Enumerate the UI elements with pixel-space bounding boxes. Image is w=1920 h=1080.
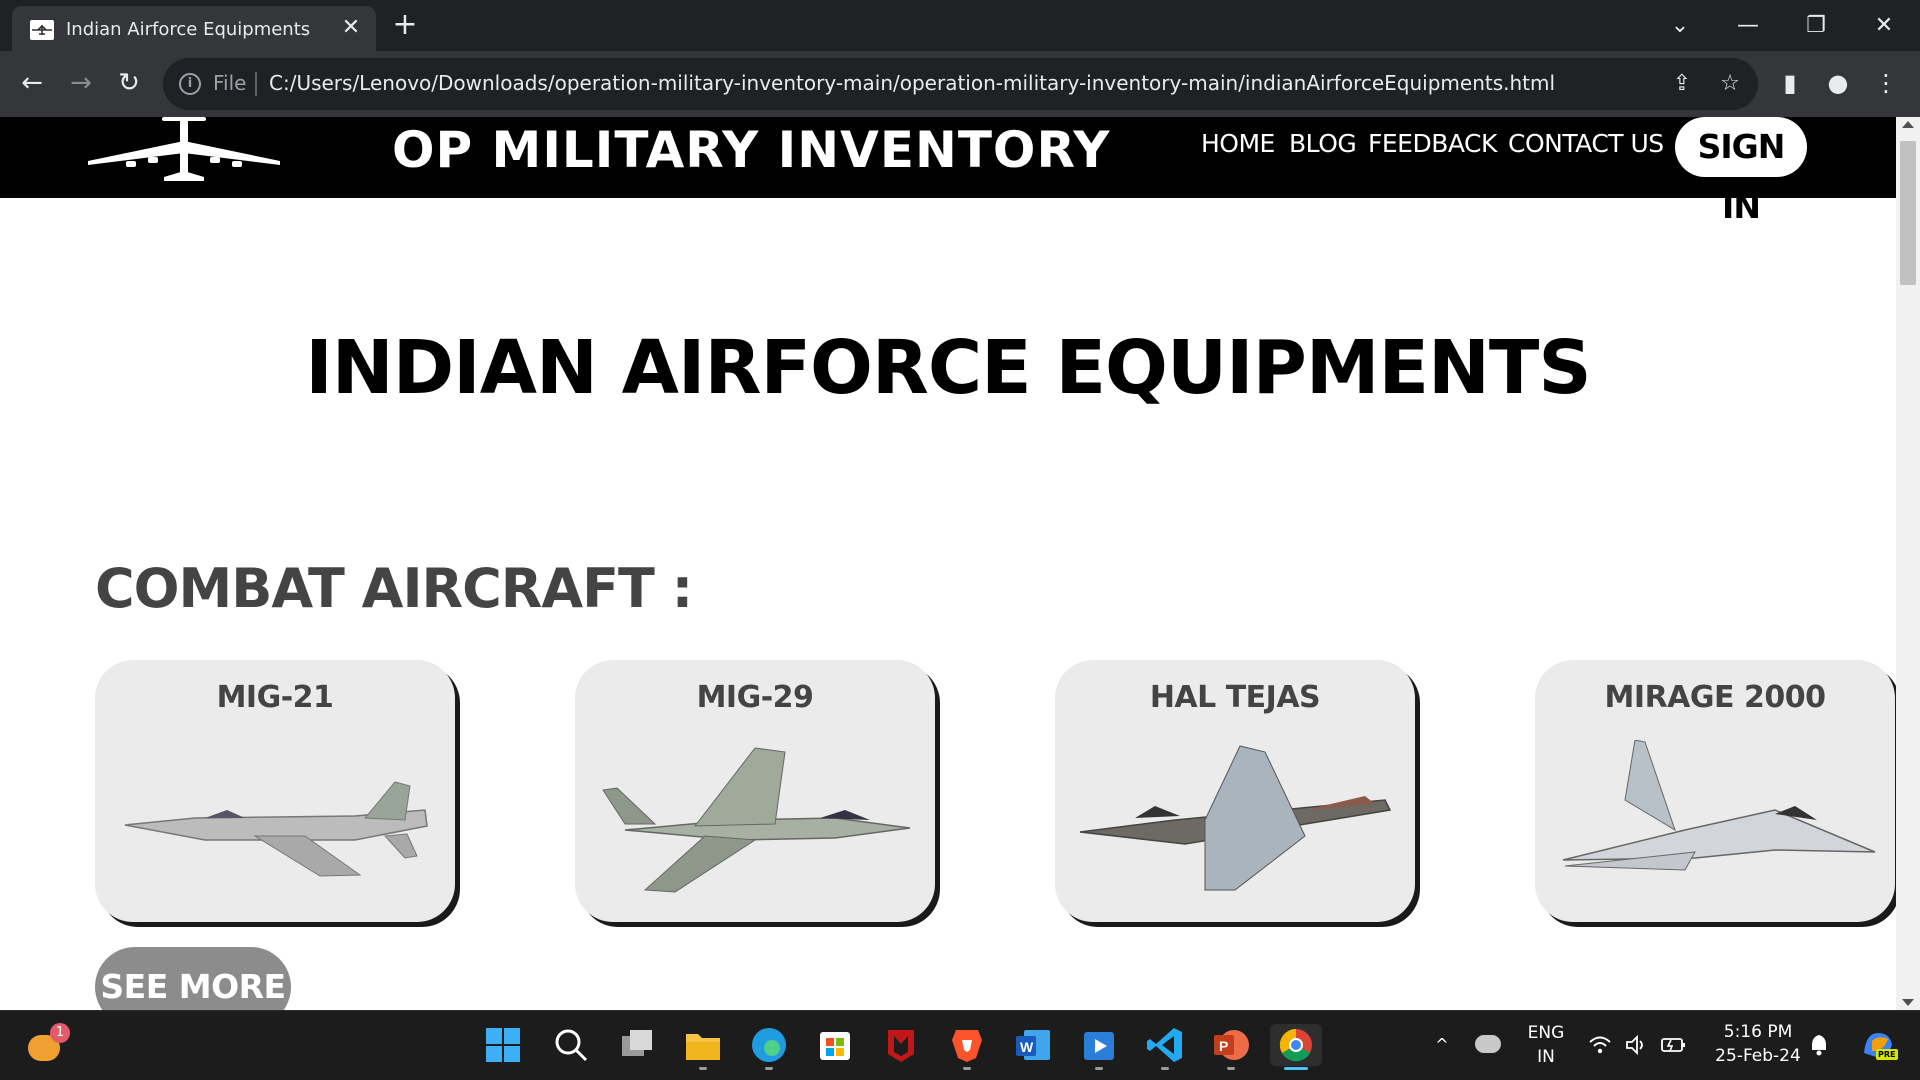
aircraft-logo-icon[interactable] bbox=[86, 117, 282, 182]
chrome-active-indicator bbox=[1284, 1067, 1308, 1070]
nav-blog-link[interactable]: BLOG bbox=[1289, 129, 1357, 158]
powerpoint-icon[interactable]: P bbox=[1210, 1024, 1252, 1066]
address-bar[interactable]: i File C:/Users/Lenovo/Downloads/operati… bbox=[163, 58, 1758, 110]
edge-running-indicator bbox=[765, 1067, 773, 1070]
file-explorer-icon[interactable] bbox=[682, 1024, 724, 1066]
sign-in-button[interactable]: SIGN IN bbox=[1675, 117, 1807, 226]
brave-icon[interactable] bbox=[946, 1024, 988, 1066]
weather-widget[interactable]: 1 bbox=[28, 1023, 70, 1065]
edge-icon[interactable] bbox=[748, 1024, 790, 1066]
clock-date[interactable]: 25-Feb-24 bbox=[1702, 1046, 1814, 1066]
media-player-icon[interactable] bbox=[1078, 1024, 1120, 1066]
site-title[interactable]: OP MILITARY INVENTORY bbox=[392, 121, 1110, 179]
address-separator bbox=[255, 72, 257, 96]
share-icon[interactable]: ⇪ bbox=[1668, 70, 1696, 98]
svg-text:W: W bbox=[1020, 1039, 1034, 1055]
close-window-icon[interactable]: ✕ bbox=[1864, 8, 1904, 44]
file-explorer-running-indicator bbox=[699, 1067, 707, 1070]
card-title: HAL TEJAS bbox=[1149, 680, 1321, 715]
aircraft-card-mig29[interactable]: MIG-29 bbox=[575, 660, 935, 922]
word-icon[interactable]: W bbox=[1012, 1024, 1054, 1066]
page-scrollbar[interactable] bbox=[1896, 117, 1920, 1010]
tab-favicon-icon bbox=[30, 20, 54, 40]
tab-close-icon[interactable]: ✕ bbox=[339, 16, 363, 40]
page-title: INDIAN AIRFORCE EQUIPMENTS bbox=[305, 325, 1591, 411]
language-line2[interactable]: IN bbox=[1526, 1047, 1566, 1067]
aircraft-card-mig21[interactable]: MIG-21 bbox=[95, 660, 455, 922]
onedrive-icon[interactable] bbox=[1475, 1035, 1501, 1053]
browser-tab[interactable]: Indian Airforce Equipments ✕ bbox=[12, 6, 376, 51]
browser-tab-bar: Indian Airforce Equipments ✕ + ⌄ — ❐ ✕ bbox=[0, 0, 1920, 51]
forward-icon[interactable]: → bbox=[63, 65, 99, 101]
back-icon[interactable]: ← bbox=[14, 65, 50, 101]
weather-badge: 1 bbox=[50, 1023, 70, 1043]
side-panel-icon[interactable]: ▮ bbox=[1772, 65, 1808, 101]
scheme-label: File bbox=[213, 71, 247, 95]
page-viewport: OP MILITARY INVENTORY HOME BLOG FEEDBACK… bbox=[0, 117, 1896, 1010]
scroll-down-icon[interactable] bbox=[1902, 999, 1914, 1006]
windows-taskbar: 1 W P ^ ENG IN 5:16 PM 25-Feb-24 PRE bbox=[0, 1010, 1920, 1080]
site-info-icon[interactable]: i bbox=[179, 73, 201, 95]
notification-bell-icon[interactable] bbox=[1808, 1033, 1830, 1057]
vscode-running-indicator bbox=[1161, 1067, 1169, 1070]
url-text[interactable]: C:/Users/Lenovo/Downloads/operation-mili… bbox=[269, 71, 1555, 95]
card-title: MIG-29 bbox=[696, 680, 814, 715]
nav-home-link[interactable]: HOME bbox=[1201, 129, 1275, 158]
profile-icon[interactable]: ● bbox=[1820, 65, 1856, 101]
tab-search-icon[interactable]: ⌄ bbox=[1660, 8, 1700, 44]
mig21-image bbox=[124, 781, 428, 877]
volume-icon[interactable] bbox=[1624, 1035, 1648, 1055]
mig29-image bbox=[602, 747, 911, 893]
brave-running-indicator bbox=[963, 1067, 971, 1070]
start-icon[interactable] bbox=[482, 1024, 524, 1066]
mirage-2000-image bbox=[1562, 740, 1876, 871]
bookmark-star-icon[interactable]: ☆ bbox=[1716, 70, 1744, 98]
language-line1[interactable]: ENG bbox=[1526, 1023, 1566, 1043]
powerpoint-running-indicator bbox=[1227, 1067, 1235, 1070]
see-more-button[interactable]: SEE MORE bbox=[95, 947, 291, 1010]
copilot-badge: PRE bbox=[1876, 1049, 1898, 1060]
new-tab-button[interactable]: + bbox=[388, 10, 422, 44]
nav-contact-link[interactable]: CONTACT US bbox=[1508, 129, 1664, 158]
aircraft-card-hal-tejas[interactable]: HAL TEJAS bbox=[1055, 660, 1415, 922]
site-header: OP MILITARY INVENTORY HOME BLOG FEEDBACK… bbox=[0, 117, 1896, 226]
chrome-icon[interactable] bbox=[1270, 1024, 1322, 1066]
show-hidden-icons-icon[interactable]: ^ bbox=[1432, 1033, 1452, 1057]
nav-feedback-link[interactable]: FEEDBACK bbox=[1368, 129, 1497, 158]
mcafee-icon[interactable] bbox=[880, 1024, 922, 1066]
battery-icon[interactable] bbox=[1660, 1035, 1688, 1055]
aircraft-card-mirage-2000[interactable]: MIRAGE 2000 bbox=[1535, 660, 1895, 922]
minimize-icon[interactable]: — bbox=[1728, 8, 1768, 44]
scroll-up-icon[interactable] bbox=[1902, 121, 1914, 128]
tab-title: Indian Airforce Equipments bbox=[66, 19, 311, 40]
restore-icon[interactable]: ❐ bbox=[1796, 8, 1836, 44]
browser-toolbar: ← → ↻ i File C:/Users/Lenovo/Downloads/o… bbox=[0, 51, 1920, 117]
vscode-icon[interactable] bbox=[1144, 1024, 1186, 1066]
section-heading: COMBAT AIRCRAFT : bbox=[95, 557, 693, 620]
reload-icon[interactable]: ↻ bbox=[111, 65, 147, 101]
scroll-thumb[interactable] bbox=[1900, 141, 1916, 285]
browser-menu-icon[interactable]: ⋮ bbox=[1868, 65, 1904, 101]
wifi-icon[interactable] bbox=[1588, 1035, 1612, 1055]
search-icon[interactable] bbox=[550, 1024, 592, 1066]
copilot-icon[interactable]: PRE bbox=[1860, 1027, 1898, 1063]
media-player-running-indicator bbox=[1095, 1067, 1103, 1070]
task-view-icon[interactable] bbox=[616, 1024, 658, 1066]
clock-time[interactable]: 5:16 PM bbox=[1702, 1022, 1814, 1042]
card-title: MIRAGE 2000 bbox=[1604, 680, 1826, 715]
svg-text:P: P bbox=[1219, 1038, 1228, 1054]
card-title: MIG-21 bbox=[216, 680, 334, 715]
hal-tejas-image bbox=[1079, 745, 1392, 891]
store-icon[interactable] bbox=[814, 1024, 856, 1066]
